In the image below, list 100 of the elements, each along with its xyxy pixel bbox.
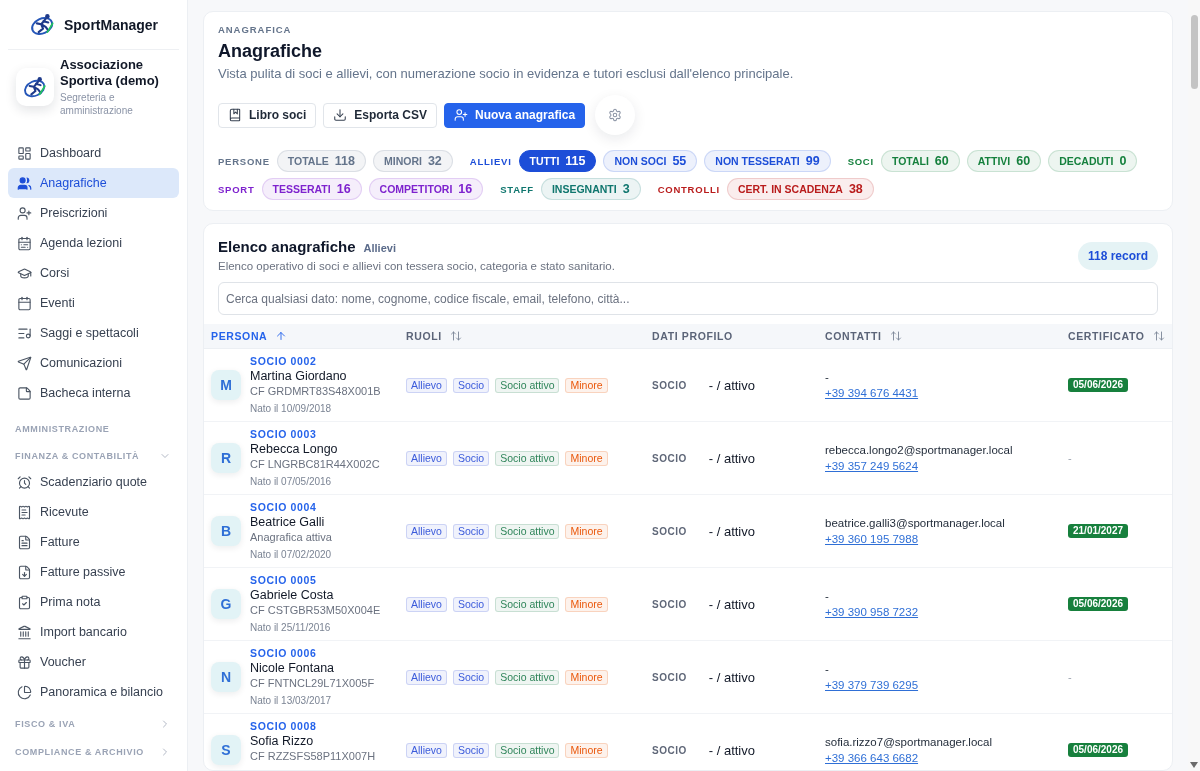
organization-name: Associazione Sportiva (demo) [60, 57, 160, 89]
sidebar-item[interactable]: Anagrafiche [8, 168, 179, 198]
section-heading: AMMINISTRAZIONE [14, 423, 111, 435]
filter-chip[interactable]: COMPETITORI 16 [368, 178, 484, 200]
member-detail: CF RZZSFS58P11X007H [250, 749, 376, 764]
page-title: Anagrafiche [218, 40, 324, 62]
sidebar-item[interactable]: Corsi [8, 258, 179, 288]
profile-type: SOCIO [652, 598, 687, 610]
sidebar-item[interactable]: Dashboard [8, 138, 179, 168]
profile-status: - / attivo [708, 523, 755, 539]
member-number: SOCIO 0004 [250, 500, 318, 515]
sort-icon [889, 330, 902, 342]
filter-chip[interactable]: NON TESSERATI 99 [704, 150, 831, 172]
sidebar-item[interactable]: Scadenziario quote [8, 467, 179, 497]
role-tag: Minore [565, 450, 608, 466]
role-tag: Socio [452, 377, 490, 393]
scroll-down-arrow-icon[interactable] [1190, 762, 1198, 768]
phone-link[interactable]: +39 379 739 6295 [825, 678, 919, 692]
member-name: Martina Giordano [250, 369, 348, 384]
sidebar-item[interactable]: Fatture passive [8, 557, 179, 587]
phone-link[interactable]: +39 360 195 7988 [825, 532, 919, 546]
scrollbar-thumb[interactable] [1190, 15, 1198, 89]
primary-button[interactable]: Nuova anagrafica [444, 102, 586, 128]
filter-chip[interactable]: TOTALI 60 [880, 150, 960, 172]
avatar: G [211, 589, 241, 619]
sidebar-item[interactable]: Fatture [8, 527, 179, 557]
birth-date: Nato il 07/05/2016 [250, 475, 333, 489]
phone-link[interactable]: +39 357 249 5624 [825, 459, 919, 473]
profile-status: - / attivo [708, 450, 755, 466]
sidebar-item[interactable]: Panoramica e bilancio [8, 677, 179, 707]
sidebar-item[interactable]: Prima nota [8, 587, 179, 617]
role-tag: Allievo [406, 669, 447, 685]
profile-type: SOCIO [652, 452, 687, 464]
sidebar-item[interactable]: Agenda lezioni [8, 228, 179, 258]
phone-link[interactable]: +39 390 958 7232 [825, 605, 919, 619]
action-button[interactable]: Libro soci [218, 102, 317, 128]
avatar: B [211, 516, 241, 546]
role-tag: Socio attivo [495, 523, 560, 539]
member-number: SOCIO 0008 [250, 719, 318, 734]
sidebar-item[interactable]: Voucher [8, 647, 179, 677]
sort-icon [1152, 330, 1165, 342]
phone-link[interactable]: +39 366 643 6682 [825, 751, 919, 765]
filter-chip[interactable]: INSEGNANTI 3 [540, 178, 641, 200]
clipboard-check-icon [17, 594, 32, 610]
role-tag: Socio [452, 523, 490, 539]
certificate-date: 21/01/2027 [1068, 524, 1129, 538]
member-name: Rebecca Longo [250, 442, 339, 457]
organization-subtitle: Segreteria e amministrazione [60, 91, 134, 117]
sidebar-item[interactable]: Comunicazioni [8, 348, 179, 378]
member-detail: Anagrafica attiva [250, 530, 332, 545]
people-icon [17, 175, 32, 191]
action-button[interactable]: Esporta CSV [323, 102, 438, 128]
column-header[interactable]: PERSONA [211, 330, 288, 342]
receipt-icon [17, 504, 32, 520]
member-detail: CF LNGRBC81R44X002C [250, 457, 380, 472]
book-icon [228, 108, 242, 122]
member-detail: CF GRDMRT83S48X001B [250, 384, 381, 399]
certificate-empty: - [1068, 452, 1072, 464]
column-header[interactable]: CERTIFICATO [1068, 330, 1165, 342]
profile-type: SOCIO [652, 379, 687, 391]
filter-chip[interactable]: ATTIVI 60 [966, 150, 1042, 172]
birth-date: Nato il 07/02/2020 [250, 548, 332, 562]
member-detail: CF CSTGBR53M50X004E [250, 603, 381, 618]
filter-chip[interactable]: MINORI 32 [373, 150, 453, 172]
sidebar-item[interactable]: Import bancario [8, 617, 179, 647]
email-address: rebecca.longo2@sportmanager.local [825, 443, 1013, 457]
filter-chip[interactable]: TOTALE 118 [276, 150, 366, 172]
filter-group-label: SPORT [218, 183, 255, 195]
column-header[interactable]: CONTATTI [825, 330, 902, 342]
certificate-date: 05/06/2026 [1068, 597, 1129, 611]
sidebar-item[interactable]: Bacheca interna [8, 378, 179, 408]
role-tag: Socio [452, 742, 490, 758]
role-tag: Socio [452, 450, 490, 466]
member-number: SOCIO 0002 [250, 354, 318, 369]
page-subtitle: Vista pulita di soci e allievi, con numerazione socio in evidenza e tutori esclusi dall'elenco principale. [218, 65, 795, 82]
email-address: - [825, 589, 829, 603]
filter-group-label: PERSONE [218, 155, 270, 167]
filter-chip[interactable]: DECADUTI 0 [1048, 150, 1138, 172]
sidebar-item[interactable]: Eventi [8, 288, 179, 318]
filter-chip[interactable]: CERT. IN SCADENZA 38 [726, 178, 874, 200]
filter-chip[interactable]: TESSERATI 16 [261, 178, 362, 200]
filter-chip[interactable]: NON SOCI 55 [603, 150, 698, 172]
profile-type: SOCIO [652, 525, 687, 537]
settings-button[interactable] [595, 95, 636, 135]
sidebar-item[interactable]: Saggi e spettacoli [8, 318, 179, 348]
search-field[interactable]: Cerca qualsiasi dato: nome, cognome, codice fiscale, email, telefono, città... [218, 282, 1158, 315]
member-name: Sofia Rizzo [250, 734, 315, 749]
role-tag: Allievo [406, 523, 447, 539]
avatar: N [211, 662, 241, 692]
sidebar-item[interactable]: Ricevute [8, 497, 179, 527]
person-add-icon [17, 205, 32, 221]
phone-link[interactable]: +39 394 676 4431 [825, 386, 919, 400]
birth-date: Nato il 25/11/2016 [250, 621, 332, 635]
filter-chip[interactable]: TUTTI 115 [518, 150, 597, 172]
role-tag: Socio [452, 596, 490, 612]
avatar: M [211, 370, 241, 400]
role-tag: Minore [565, 596, 608, 612]
column-header[interactable]: RUOLI [406, 330, 462, 342]
sidebar-item[interactable]: Preiscrizioni [8, 198, 179, 228]
pie-chart-icon [17, 684, 32, 700]
